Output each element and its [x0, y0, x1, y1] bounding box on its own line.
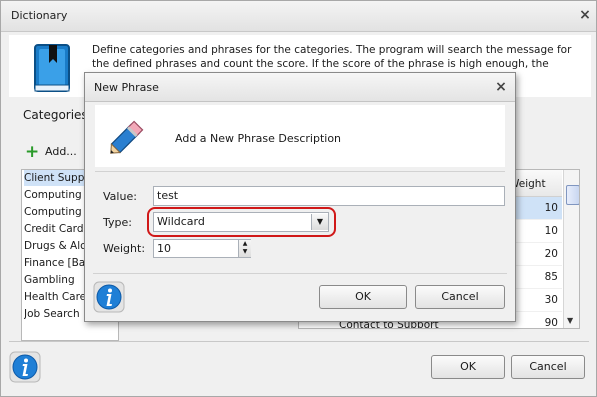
add-category-button[interactable]: + Add...: [21, 141, 81, 163]
spin-arrows-icon[interactable]: ▲ ▼: [238, 240, 251, 257]
dropdown-arrow-icon[interactable]: ▼: [311, 214, 328, 230]
new-phrase-dialog: New Phrase × Add a New Phrase Descriptio…: [84, 72, 516, 322]
weight-value: 10: [157, 242, 171, 255]
pencil-icon: [110, 120, 144, 154]
plus-icon: +: [25, 142, 40, 162]
value-label: Value:: [103, 190, 137, 203]
new-phrase-title: New Phrase: [94, 81, 159, 94]
scroll-down-arrow-icon[interactable]: ▼: [567, 316, 573, 325]
cancel-button[interactable]: Cancel: [511, 355, 585, 379]
new-phrase-close-icon[interactable]: ×: [491, 77, 511, 97]
book-icon: [34, 44, 70, 92]
dialog-cancel-button[interactable]: Cancel: [415, 285, 505, 309]
type-dropdown[interactable]: Wildcard ▼: [153, 212, 329, 232]
dictionary-title-bar: Dictionary ×: [1, 1, 596, 32]
new-phrase-title-bar: New Phrase ×: [85, 73, 515, 102]
grid-scrollbar[interactable]: ▼: [563, 170, 579, 328]
ok-button[interactable]: OK: [431, 355, 505, 379]
weight-stepper[interactable]: 10 ▲ ▼: [153, 239, 251, 258]
value-input[interactable]: test: [153, 186, 505, 206]
footer-divider: [9, 341, 589, 342]
add-button-label: Add...: [45, 145, 77, 158]
dictionary-close-icon[interactable]: ×: [575, 5, 595, 25]
scrollbar-thumb[interactable]: [566, 185, 579, 205]
dialog-ok-button[interactable]: OK: [319, 285, 407, 309]
info-icon[interactable]: [93, 281, 125, 313]
new-phrase-header: Add a New Phrase Description: [95, 105, 505, 167]
type-label: Type:: [103, 216, 132, 229]
dictionary-title: Dictionary: [11, 9, 68, 22]
weight-label: Weight:: [103, 242, 146, 255]
type-selected-value: Wildcard: [157, 215, 205, 228]
dialog-footer-divider: [93, 273, 507, 274]
info-icon[interactable]: [9, 351, 41, 383]
new-phrase-form: Value: test Type: Wildcard ▼ Weight: 10 …: [95, 171, 505, 268]
categories-label: Categories: [23, 108, 88, 122]
new-phrase-header-text: Add a New Phrase Description: [175, 132, 342, 145]
